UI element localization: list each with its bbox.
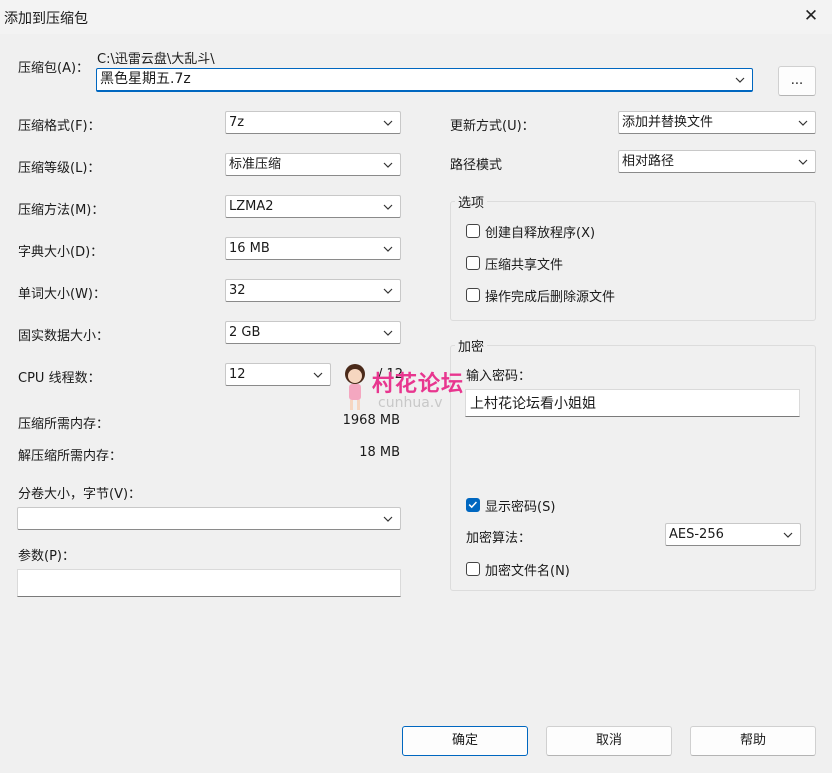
title-bar [0, 0, 832, 34]
dict-value: 16 MB [229, 241, 270, 256]
password-input[interactable]: 上村花论坛看小姐姐 [465, 389, 800, 417]
chevron-down-icon [383, 246, 393, 252]
chevron-down-icon [313, 372, 323, 378]
show-password-checkbox[interactable] [466, 498, 480, 512]
params-input[interactable] [17, 569, 401, 597]
encrypt-names-label[interactable]: 加密文件名(N) [485, 560, 570, 579]
options-title: 选项 [455, 192, 488, 211]
archive-path: C:\迅雷云盘\大乱斗\ [97, 52, 215, 67]
encryption-algo-value: AES-256 [669, 527, 724, 542]
params-label: 参数(P)： [18, 549, 75, 564]
delete-source-checkbox[interactable] [466, 288, 480, 302]
path-mode-value: 相对路径 [622, 154, 675, 169]
mem-compress-label: 压缩所需内存： [18, 417, 110, 432]
threads-select[interactable]: 12 [225, 363, 331, 386]
chevron-down-icon [783, 532, 793, 538]
cancel-button[interactable]: 取消 [546, 726, 672, 756]
method-label: 压缩方法(M)： [18, 203, 105, 218]
ok-button[interactable]: 确定 [402, 726, 528, 756]
volume-select[interactable] [17, 507, 401, 530]
path-mode-label: 路径模式 [450, 158, 503, 173]
encryption-title: 加密 [455, 336, 488, 355]
chevron-down-icon [798, 159, 808, 165]
chevron-down-icon [735, 77, 745, 83]
archive-name-combo[interactable]: 黑色星期五.7z [96, 68, 753, 92]
chevron-down-icon [383, 330, 393, 336]
dict-label: 字典大小(D)： [18, 245, 104, 260]
chevron-down-icon [383, 120, 393, 126]
mem-decompress-value: 18 MB [359, 445, 400, 460]
shared-files-checkbox[interactable] [466, 256, 480, 270]
format-value: 7z [229, 115, 245, 130]
shared-files-label[interactable]: 压缩共享文件 [485, 254, 563, 273]
archive-label: 压缩包(A)： [18, 61, 90, 76]
threads-value: 12 [229, 367, 246, 382]
solid-select[interactable]: 2 GB [225, 321, 401, 344]
encryption-algo-select[interactable]: AES-256 [665, 523, 801, 546]
chevron-down-icon [798, 120, 808, 126]
method-value: LZMA2 [229, 199, 274, 214]
mem-decompress-label: 解压缩所需内存： [18, 449, 123, 464]
watermark-logo-text: 村花论坛 [372, 372, 465, 397]
update-label: 更新方式(U)： [450, 119, 535, 134]
chevron-down-icon [383, 204, 393, 210]
show-password-label[interactable]: 显示密码(S) [485, 496, 555, 515]
level-select[interactable]: 标准压缩 [225, 153, 401, 176]
word-select[interactable]: 32 [225, 279, 401, 302]
chevron-down-icon [383, 288, 393, 294]
word-label: 单词大小(W)： [18, 287, 106, 302]
encryption-algo-label: 加密算法： [466, 531, 532, 546]
encrypt-names-checkbox[interactable] [466, 562, 480, 576]
chevron-down-icon [383, 162, 393, 168]
password-label: 输入密码： [466, 369, 532, 384]
level-label: 压缩等级(L)： [18, 161, 101, 176]
dict-select[interactable]: 16 MB [225, 237, 401, 260]
method-select[interactable]: LZMA2 [225, 195, 401, 218]
close-icon[interactable]: ✕ [798, 4, 824, 28]
format-select[interactable]: 7z [225, 111, 401, 134]
level-value: 标准压缩 [229, 157, 282, 172]
update-select[interactable]: 添加并替换文件 [618, 111, 816, 134]
word-value: 32 [229, 283, 246, 298]
sfx-label[interactable]: 创建自释放程序(X) [485, 222, 595, 241]
threads-label: CPU 线程数： [18, 371, 101, 386]
update-value: 添加并替换文件 [622, 115, 714, 130]
window-title: 添加到压缩包 [4, 11, 88, 27]
solid-value: 2 GB [229, 325, 261, 340]
mem-compress-value: 1968 MB [342, 413, 400, 428]
girl-mascot-icon [345, 364, 365, 410]
checkmark-icon [468, 501, 477, 509]
solid-label: 固实数据大小： [18, 329, 110, 344]
archive-name-value: 黑色星期五.7z [100, 71, 191, 87]
browse-button[interactable]: ... [778, 66, 816, 96]
format-label: 压缩格式(F)： [18, 119, 101, 134]
watermark-url: cunhua.v [378, 395, 443, 411]
sfx-checkbox[interactable] [466, 224, 480, 238]
volume-label: 分卷大小，字节(V)： [18, 487, 142, 502]
delete-source-label[interactable]: 操作完成后删除源文件 [485, 286, 615, 305]
chevron-down-icon [383, 516, 393, 522]
help-button[interactable]: 帮助 [690, 726, 816, 756]
path-mode-select[interactable]: 相对路径 [618, 150, 816, 173]
